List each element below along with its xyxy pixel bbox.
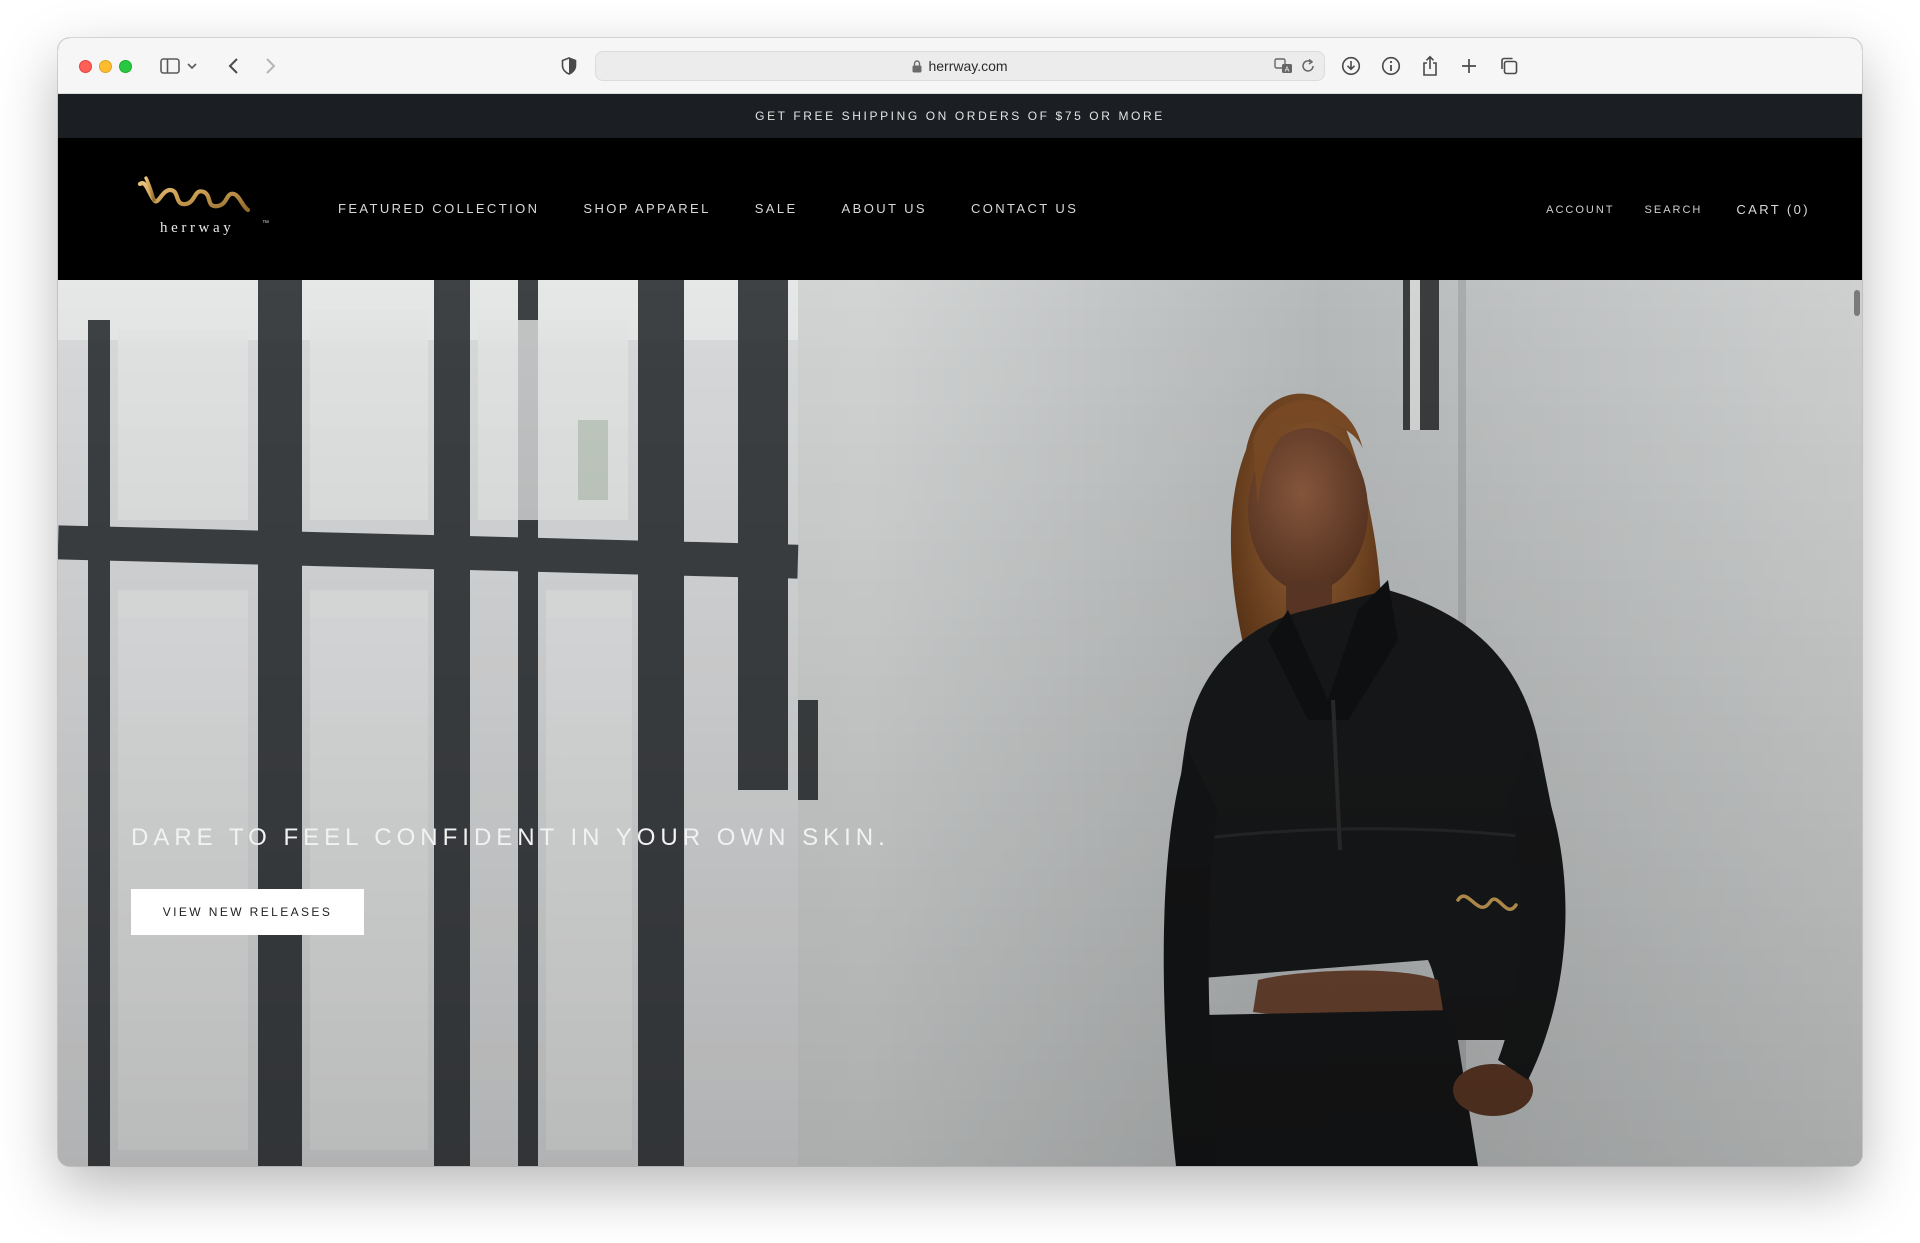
nav-shop-apparel[interactable]: SHOP APPAREL (583, 201, 710, 216)
search-link[interactable]: SEARCH (1645, 204, 1703, 216)
plus-icon[interactable] (1458, 54, 1480, 78)
chevron-down-icon[interactable] (186, 54, 198, 78)
logo-mark (137, 176, 251, 213)
scrollbar-thumb[interactable] (1854, 290, 1860, 316)
account-link[interactable]: ACCOUNT (1546, 204, 1614, 216)
nav-contact-us[interactable]: CONTACT US (971, 201, 1078, 216)
main-nav: FEATURED COLLECTION SHOP APPAREL SALE AB… (338, 201, 1122, 216)
header-actions: ACCOUNT SEARCH CART (0) (1516, 202, 1810, 217)
logo-trademark: ™ (262, 220, 269, 227)
page-scrollbar[interactable] (1852, 94, 1860, 1166)
address-bar[interactable]: herrway.com A (595, 51, 1325, 81)
browser-window: herrway.com A GET FREE SHIPPING ON ORDER… (58, 38, 1862, 1166)
announcement-bar: GET FREE SHIPPING ON ORDERS OF $75 OR MO… (58, 94, 1862, 138)
lock-icon (912, 59, 922, 73)
close-window-button[interactable] (79, 60, 92, 73)
info-icon[interactable] (1380, 54, 1402, 78)
download-icon[interactable] (1340, 54, 1362, 78)
share-icon[interactable] (1419, 54, 1441, 78)
logo-wordmark: herrway (160, 220, 235, 236)
reload-icon[interactable] (1300, 58, 1316, 74)
zoom-window-button[interactable] (119, 60, 132, 73)
back-icon[interactable] (224, 54, 244, 78)
hero-heading: DARE TO FEEL CONFIDENT IN YOUR OWN SKIN. (131, 824, 890, 851)
shield-icon[interactable] (559, 54, 579, 78)
view-new-releases-button[interactable]: VIEW NEW RELEASES (131, 889, 364, 935)
nav-sale[interactable]: SALE (755, 201, 798, 216)
forward-icon[interactable] (260, 54, 280, 78)
tabs-icon[interactable] (1498, 54, 1520, 78)
announcement-text: GET FREE SHIPPING ON ORDERS OF $75 OR MO… (755, 109, 1165, 123)
nav-featured-collection[interactable]: FEATURED COLLECTION (338, 201, 539, 216)
svg-text:A: A (1285, 66, 1290, 74)
herrway-logo[interactable]: herrway ™ (136, 176, 276, 238)
site-header: herrway ™ FEATURED COLLECTION SHOP APPAR… (58, 138, 1862, 280)
url-text: herrway.com (928, 58, 1008, 74)
browser-toolbar: herrway.com A (58, 38, 1862, 94)
nav-about-us[interactable]: ABOUT US (842, 201, 927, 216)
minimize-window-button[interactable] (99, 60, 112, 73)
hero-banner: DARE TO FEEL CONFIDENT IN YOUR OWN SKIN.… (58, 280, 1862, 1166)
sidebar-icon[interactable] (159, 54, 181, 78)
translate-icon[interactable]: A (1274, 57, 1294, 75)
hero-image (58, 280, 1862, 1166)
cart-link[interactable]: CART (0) (1736, 202, 1810, 217)
